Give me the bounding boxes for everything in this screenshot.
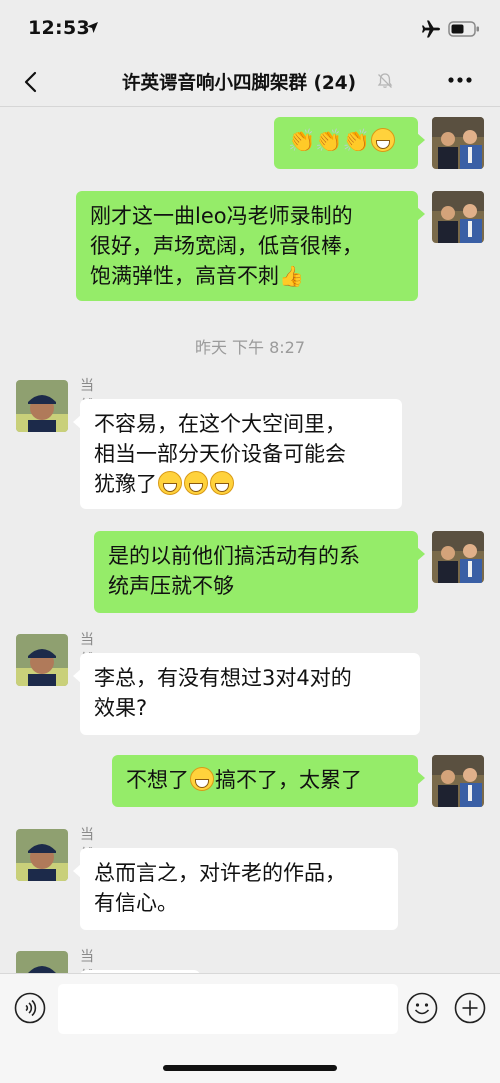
more-options-icon[interactable] — [447, 76, 473, 84]
grin-emoji-icon — [210, 471, 234, 495]
message-bubble[interactable]: 总而言之，对许老的作品， 有信心。 — [73, 848, 398, 930]
battery-icon — [448, 21, 479, 37]
status-time: 12:53 — [28, 17, 90, 39]
message-text: 搞不了，太累了 — [215, 768, 362, 792]
message-input-bar — [0, 973, 500, 1083]
message-bubble[interactable]: 不容易，在这个大空间里， 相当一部分天价设备可能会 犹豫了 — [73, 399, 402, 509]
sender-avatar[interactable] — [16, 951, 68, 973]
sender-avatar[interactable] — [16, 829, 68, 881]
message-text: 总而言之，对许老的作品， 有信心。 — [94, 861, 346, 915]
thumbs-up-emoji-icon: 👍 — [279, 264, 304, 288]
more-functions-plus-icon[interactable] — [454, 992, 486, 1024]
chat-message-list[interactable]: 👏👏👏 刚才这一曲leo冯老师录制的 很好，声场宽阔，低音很棒， 饱满弹性，高音… — [0, 107, 500, 973]
message-bubble[interactable]: 刚才这一曲leo冯老师录制的 很好，声场宽阔，低音很棒， 饱满弹性，高音不刺👍 — [76, 191, 425, 301]
sender-name: 当然 — [80, 949, 94, 973]
airplane-mode-icon — [422, 20, 440, 38]
clap-emoji-icon: 👏 — [315, 129, 343, 154]
message-text: 是的以前他们搞活动有的系 统声压就不够 — [108, 544, 360, 598]
grin-emoji-icon — [190, 767, 214, 791]
nav-bar: 许英谔音响小四脚架群 (24) — [0, 58, 500, 107]
message-text: 李总，有没有想过3对4对的 效果? — [94, 666, 352, 720]
location-arrow-icon — [87, 22, 98, 33]
voice-input-icon[interactable] — [14, 992, 46, 1024]
home-indicator[interactable] — [163, 1065, 337, 1071]
mute-bell-icon — [377, 73, 393, 88]
self-avatar[interactable] — [432, 755, 484, 807]
message-bubble[interactable]: 👏👏👏 — [274, 117, 425, 169]
back-chevron-icon[interactable] — [20, 70, 44, 94]
message-input[interactable] — [58, 984, 398, 1034]
grin-emoji-icon — [371, 128, 396, 152]
clap-emoji-icon: 👏 — [288, 129, 316, 154]
self-avatar[interactable] — [432, 191, 484, 243]
sender-avatar[interactable] — [16, 380, 68, 432]
sender-avatar[interactable] — [16, 634, 68, 686]
chat-title: 许英谔音响小四脚架群 (24) — [122, 73, 357, 94]
timestamp-separator: 昨天 下午 8:27 — [194, 338, 306, 357]
emoji-picker-icon[interactable] — [406, 992, 438, 1024]
status-bar: 12:53 — [0, 0, 500, 58]
self-avatar[interactable] — [432, 531, 484, 583]
message-bubble[interactable]: 不想了 搞不了，太累了 — [112, 755, 425, 807]
message-text: 不想了 — [126, 768, 189, 792]
clap-emoji-icon: 👏 — [342, 129, 371, 154]
grin-emoji-icon — [158, 471, 182, 495]
grin-emoji-icon — [184, 471, 208, 495]
message-bubble[interactable]: 是的以前他们搞活动有的系 统声压就不够 — [94, 531, 425, 613]
self-avatar[interactable] — [432, 117, 484, 169]
message-text: 刚才这一曲leo冯老师录制的 很好，声场宽阔，低音很棒， 饱满弹性，高音不刺 — [90, 204, 363, 288]
message-bubble[interactable]: 李总，有没有想过3对4对的 效果? — [73, 653, 420, 735]
